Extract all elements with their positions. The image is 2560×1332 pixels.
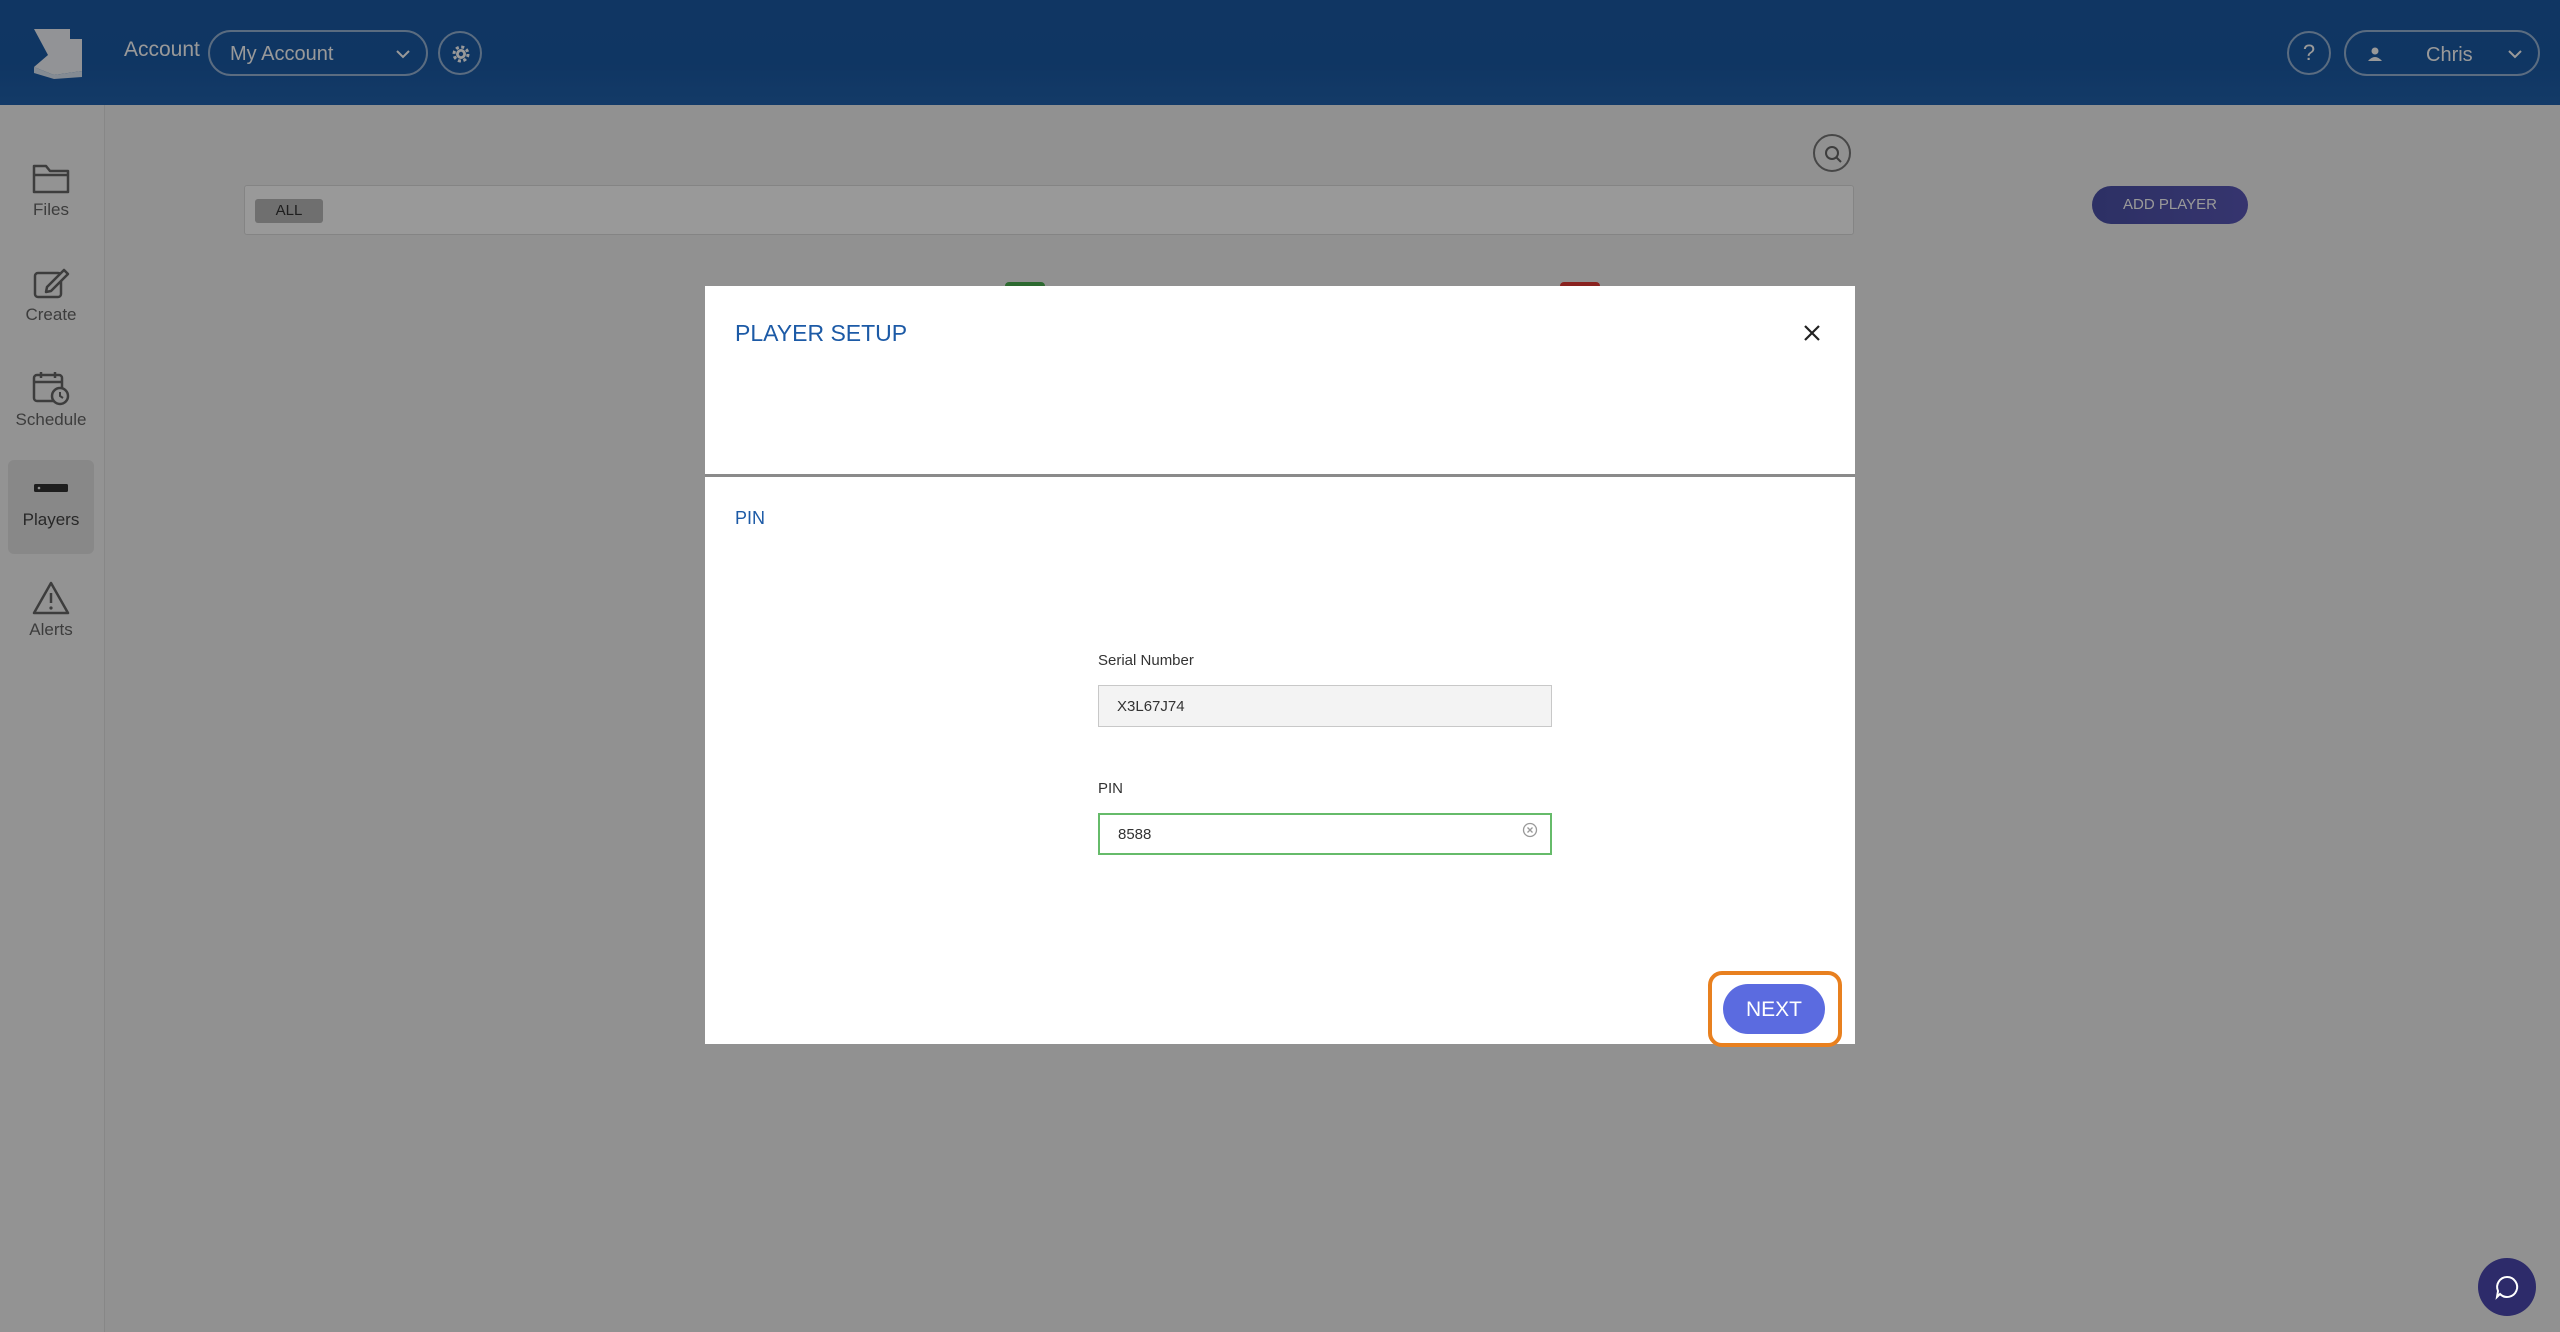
chat-button[interactable] <box>2478 1258 2536 1316</box>
dialog-title: PLAYER SETUP <box>735 320 908 346</box>
serial-number-label: Serial Number <box>1098 652 1194 669</box>
serial-number-field[interactable] <box>1098 685 1552 727</box>
clear-input-icon[interactable] <box>1522 822 1538 838</box>
pin-field[interactable] <box>1098 813 1552 855</box>
pin-label: PIN <box>1098 780 1124 797</box>
close-icon[interactable] <box>1799 320 1825 346</box>
step-label: PIN <box>735 508 766 528</box>
dialog-divider <box>705 474 1855 477</box>
player-setup-dialog: PLAYER SETUP PIN Serial Number PIN NEXT <box>705 286 1855 1047</box>
chat-bubble-icon <box>2495 1275 2519 1300</box>
next-button[interactable]: NEXT <box>1723 984 1825 1034</box>
